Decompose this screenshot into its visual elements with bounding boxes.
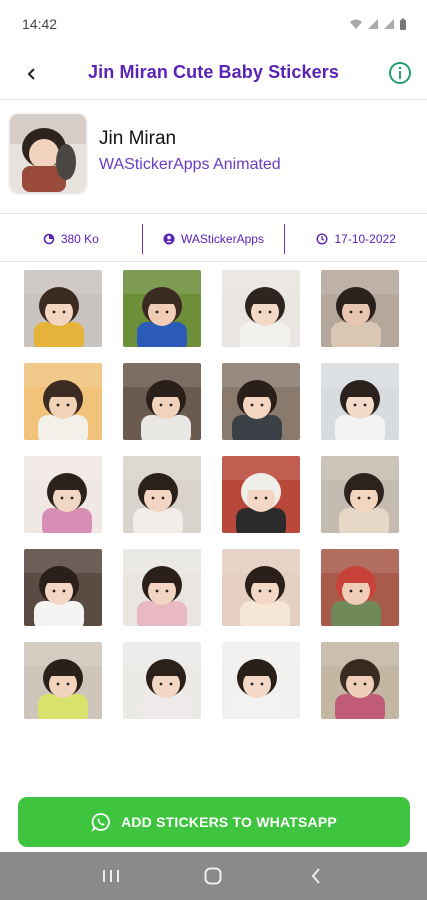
sticker-image — [222, 642, 300, 719]
pack-name: Jin Miran — [99, 128, 177, 149]
battery-icon — [400, 18, 406, 30]
sticker-item[interactable] — [24, 270, 102, 347]
sticker-image — [321, 549, 399, 626]
sticker-grid — [24, 270, 402, 719]
pack-date-label: 17-10-2022 — [334, 231, 396, 246]
sticker-image — [123, 270, 201, 347]
sticker-image — [123, 456, 201, 533]
sticker-image — [222, 549, 300, 626]
page-title: Jin Miran Cute Baby Stickers — [88, 62, 339, 82]
sticker-item[interactable] — [123, 270, 201, 347]
sticker-image — [222, 270, 300, 347]
sticker-image — [321, 642, 399, 719]
sticker-image — [24, 642, 102, 719]
sticker-item[interactable] — [24, 363, 102, 440]
sticker-image — [24, 549, 102, 626]
pack-info-strip: 380 Ko WAStickerApps 17-10-2022 — [0, 216, 427, 262]
sticker-item[interactable] — [123, 363, 201, 440]
sticker-image — [222, 363, 300, 440]
sticker-image — [24, 363, 102, 440]
add-button-label: ADD STICKERS TO WHATSAPP — [121, 814, 337, 830]
sticker-item[interactable] — [222, 270, 300, 347]
sticker-item[interactable] — [222, 549, 300, 626]
sticker-image — [321, 270, 399, 347]
status-icons — [349, 18, 407, 31]
pack-author-label: WAStickerApps — [181, 231, 264, 246]
home-icon — [204, 867, 222, 885]
sticker-item[interactable] — [321, 456, 399, 533]
sticker-item[interactable] — [321, 642, 399, 719]
sticker-item[interactable] — [123, 549, 201, 626]
sticker-image — [123, 549, 201, 626]
sticker-item[interactable] — [321, 549, 399, 626]
home-button[interactable] — [193, 860, 233, 892]
info-button[interactable] — [387, 60, 413, 86]
sticker-image — [123, 363, 201, 440]
sticker-image — [321, 363, 399, 440]
whatsapp-icon — [91, 813, 110, 832]
signal-icon — [368, 19, 378, 29]
sticker-image — [123, 642, 201, 719]
recent-apps-icon — [103, 870, 120, 882]
sticker-item[interactable] — [222, 642, 300, 719]
sticker-image — [24, 456, 102, 533]
sticker-item[interactable] — [123, 642, 201, 719]
nav-back-button[interactable] — [296, 860, 336, 892]
status-bar: 14:42 — [0, 0, 427, 48]
clock-icon — [316, 232, 328, 245]
info-icon — [389, 62, 411, 84]
sticker-image — [321, 456, 399, 533]
pack-publisher: WAStickerApps Animated — [99, 156, 281, 173]
wifi-icon — [350, 19, 362, 29]
status-time: 14:42 — [22, 16, 58, 32]
system-nav-bar — [0, 852, 427, 900]
pack-author: WAStickerApps — [141, 223, 285, 254]
pack-date: 17-10-2022 — [284, 223, 427, 254]
size-icon — [43, 233, 55, 244]
sticker-image — [24, 270, 102, 347]
sticker-item[interactable] — [24, 456, 102, 533]
sticker-item[interactable] — [123, 456, 201, 533]
sticker-image — [222, 456, 300, 533]
signal-icon — [384, 19, 394, 29]
sticker-item[interactable] — [222, 456, 300, 533]
sticker-item[interactable] — [321, 270, 399, 347]
sticker-item[interactable] — [24, 642, 102, 719]
pack-size: 380 Ko — [0, 224, 142, 254]
sticker-item[interactable] — [321, 363, 399, 440]
user-icon — [163, 233, 175, 244]
sticker-item[interactable] — [24, 549, 102, 626]
sticker-item[interactable] — [222, 363, 300, 440]
tray-icon-image — [10, 114, 86, 192]
pack-size-label: 380 Ko — [60, 231, 99, 246]
back-icon — [311, 868, 320, 884]
add-to-whatsapp-button[interactable]: ADD STICKERS TO WHATSAPP — [18, 797, 410, 847]
pack-header: Jin Miran WAStickerApps Animated — [0, 104, 427, 214]
app-bar: Jin Miran Cute Baby Stickers — [0, 48, 427, 100]
recent-apps-button[interactable] — [91, 860, 131, 892]
